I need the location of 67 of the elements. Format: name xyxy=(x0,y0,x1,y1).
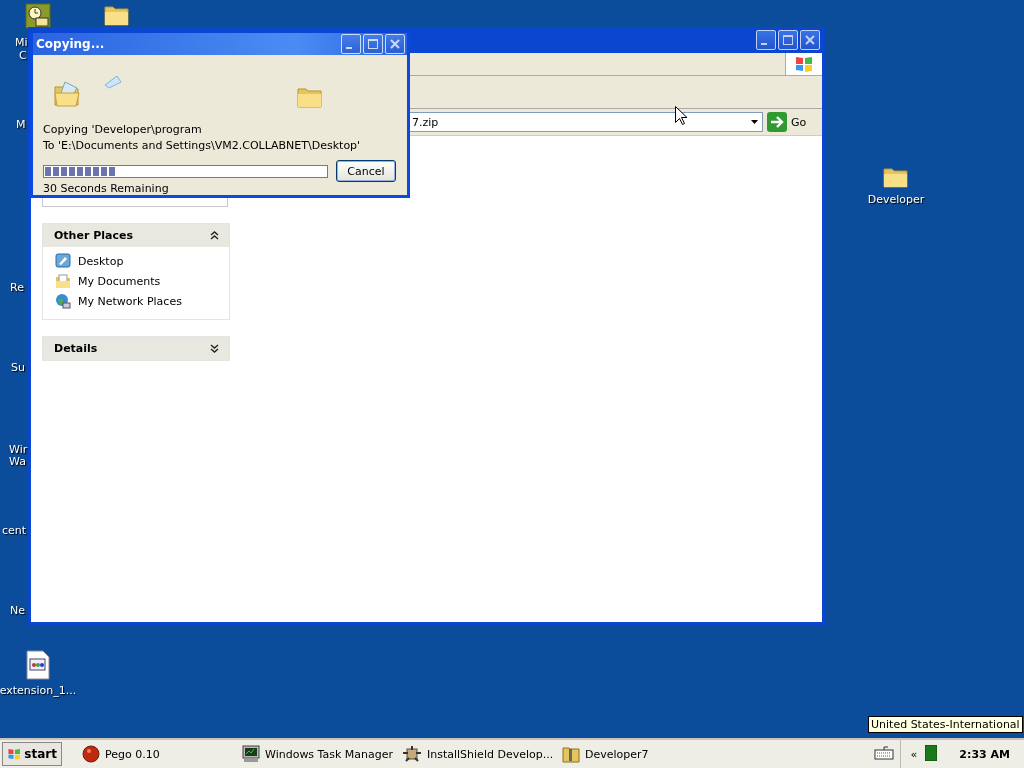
desktop-icon xyxy=(55,253,71,269)
copy-destination-text: To 'E:\Documents and Settings\VM2.COLLABNET\Desktop' xyxy=(43,139,362,152)
network-globe-icon xyxy=(55,293,71,309)
clock-text: 2:33 AM xyxy=(959,747,1010,761)
panel-title: Other Places xyxy=(54,229,133,242)
mouse-cursor-icon xyxy=(675,106,687,125)
minimize-icon xyxy=(346,46,352,49)
ball-icon xyxy=(82,745,100,763)
expand-chevron-icon[interactable] xyxy=(210,344,219,353)
close-button[interactable] xyxy=(800,30,820,50)
icon-label: C xyxy=(19,49,27,62)
folder-icon xyxy=(104,3,130,27)
collapse-chevron-icon[interactable] xyxy=(210,231,219,240)
folder-icon xyxy=(297,85,323,109)
taskbar-button[interactable]: InstallShield Develop... xyxy=(398,742,558,766)
windows-flag-icon xyxy=(794,55,814,73)
minimize-button[interactable] xyxy=(756,30,776,50)
document-icon xyxy=(26,650,50,680)
maximize-button[interactable] xyxy=(778,30,798,50)
desktop-icon[interactable]: extension_1... xyxy=(0,650,76,697)
tooltip: United States-International xyxy=(868,716,1023,733)
paper-icon xyxy=(103,75,123,89)
maximize-button[interactable] xyxy=(363,34,383,54)
minimize-icon xyxy=(761,42,767,45)
keyboard-icon[interactable] xyxy=(873,745,894,760)
icon-label: Wir xyxy=(9,443,28,456)
folder-icon xyxy=(883,165,909,189)
maximize-icon xyxy=(783,35,793,45)
place-link[interactable]: My Network Places xyxy=(55,293,229,309)
close-icon xyxy=(390,39,400,49)
desktop-icon[interactable]: Developer xyxy=(858,165,934,206)
tray-app-icon[interactable] xyxy=(925,744,938,761)
zip-folder-icon xyxy=(562,745,580,763)
cancel-button[interactable]: Cancel xyxy=(336,160,396,182)
close-button[interactable] xyxy=(385,34,405,54)
icon-label: Wa xyxy=(9,455,26,468)
close-icon xyxy=(805,35,815,45)
icon-label: M xyxy=(16,118,26,131)
icon-label: Re xyxy=(10,281,24,294)
icon-label: Su xyxy=(11,361,25,374)
clock-icon xyxy=(25,3,51,29)
icon-label: Mi xyxy=(15,36,28,49)
installer-icon xyxy=(402,745,422,763)
taskbar-button[interactable]: Developer7 xyxy=(558,742,653,766)
minimize-button[interactable] xyxy=(341,34,361,54)
maximize-icon xyxy=(368,39,378,49)
dropdown-arrow-icon[interactable] xyxy=(751,120,758,124)
place-link[interactable]: Desktop xyxy=(55,253,229,269)
time-remaining-text: 30 Seconds Remaining xyxy=(43,182,170,195)
copy-source-text: Copying 'Developer\program xyxy=(43,123,203,136)
panel-title: Details xyxy=(54,342,98,355)
documents-folder-icon xyxy=(55,273,71,289)
icon-label: Developer xyxy=(867,193,925,206)
dialog-title: Copying... xyxy=(36,37,105,51)
arrow-icon xyxy=(767,112,787,132)
show-hidden-icons-button[interactable]: « xyxy=(910,747,918,761)
taskbar-button[interactable]: Windows Task Manager xyxy=(238,742,398,766)
address-field[interactable]: 7.zip xyxy=(408,112,763,132)
open-folder-icon xyxy=(53,79,83,109)
taskbar-button[interactable]: Pego 0.10 xyxy=(78,742,164,766)
icon-label: extension_1... xyxy=(0,684,77,697)
place-link[interactable]: My Documents xyxy=(55,273,229,289)
monitor-icon xyxy=(242,745,260,763)
icon-label: cent xyxy=(2,524,27,537)
start-button[interactable]: start xyxy=(2,742,62,766)
go-button[interactable]: Go xyxy=(767,112,807,132)
icon-label: Ne xyxy=(10,604,25,617)
